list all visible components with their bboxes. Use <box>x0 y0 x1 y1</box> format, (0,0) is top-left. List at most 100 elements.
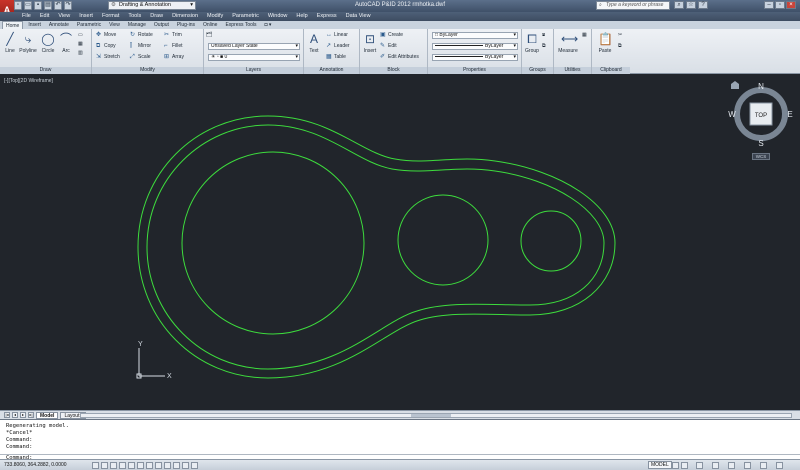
menu-tools[interactable]: Tools <box>128 12 141 21</box>
polyline-button[interactable]: ⤷ Polyline <box>18 31 38 54</box>
ortho-icon[interactable] <box>110 462 117 469</box>
tab-annotate[interactable]: Annotate <box>46 21 72 29</box>
hatch-icon[interactable]: ▦ <box>78 41 83 48</box>
last-tab-icon[interactable]: ▸| <box>28 412 34 418</box>
menu-help[interactable]: Help <box>296 12 307 21</box>
grid-icon[interactable] <box>101 462 108 469</box>
layer-state-dropdown[interactable]: Unsaved Layer State ▾ <box>208 43 300 50</box>
quick-view-layouts-icon[interactable] <box>672 462 679 469</box>
menu-draw[interactable]: Draw <box>150 12 163 21</box>
menu-express[interactable]: Express <box>317 12 337 21</box>
tab-express-tools[interactable]: Express Tools <box>222 21 259 29</box>
menu-modify[interactable]: Modify <box>207 12 223 21</box>
next-tab-icon[interactable]: ▸ <box>20 412 26 418</box>
line-button[interactable]: ╱ Line <box>2 31 18 54</box>
restore-icon[interactable]: ▫ <box>775 1 785 9</box>
tab-model[interactable]: Model <box>36 411 59 419</box>
drawing-viewport[interactable]: [-][Top][2D Wireframe] TOP N S E W WCS Y <box>0 75 800 410</box>
osnap-icon[interactable] <box>128 462 135 469</box>
mirror-button[interactable]: ⫿ Mirror <box>130 43 151 50</box>
text-button[interactable]: A Text <box>306 31 322 54</box>
minimize-icon[interactable]: – <box>764 1 774 9</box>
create-button[interactable]: ▣ Create <box>380 32 403 39</box>
copy-clip-icon[interactable]: ⧉ <box>618 43 622 50</box>
dyn-icon[interactable] <box>164 462 171 469</box>
copy-button[interactable]: ⧉ Copy <box>96 43 116 50</box>
trim-button[interactable]: ✂ Trim <box>164 32 182 39</box>
search-go-icon[interactable]: ⌕ <box>674 1 684 9</box>
group-button[interactable]: ⧠ Group <box>524 31 540 54</box>
rotate-button[interactable]: ↻ Rotate <box>130 32 153 39</box>
lineweight-icon[interactable] <box>173 462 180 469</box>
fillet-button[interactable]: ⌐ Fillet <box>164 43 183 50</box>
ducs-icon[interactable] <box>155 462 162 469</box>
ribbon-minimize-icon[interactable]: ◘ ▾ <box>262 21 275 29</box>
lock-icon[interactable] <box>744 462 751 469</box>
layer-properties-icon[interactable]: 🗂 <box>206 32 212 39</box>
paste-button[interactable]: 📋 Paste <box>596 31 614 54</box>
draw-panel-title[interactable]: Draw <box>0 67 91 74</box>
stretch-button[interactable]: ⇲ Stretch <box>96 54 120 61</box>
array-button[interactable]: ⊞ Array <box>164 54 184 61</box>
home-icon[interactable] <box>731 81 739 89</box>
hardware-acceleration-icon[interactable] <box>760 462 767 469</box>
annotation-visibility-icon[interactable] <box>712 462 719 469</box>
menu-parametric[interactable]: Parametric <box>232 12 259 21</box>
polar-icon[interactable] <box>119 462 126 469</box>
compass-east[interactable]: E <box>787 110 792 119</box>
linear-button[interactable]: ↔ Linear <box>326 32 348 39</box>
circle-button[interactable]: ◯ Circle <box>40 31 56 54</box>
layers-panel-title[interactable]: Layers <box>204 67 303 74</box>
linetype-dropdown[interactable]: ByLayer ▾ <box>432 43 518 50</box>
menu-file[interactable]: File <box>22 12 31 21</box>
utilities-panel-title[interactable]: Utilities <box>554 67 591 74</box>
leader-button[interactable]: ↗ Leader <box>326 43 350 50</box>
tab-home[interactable]: Home <box>2 21 24 29</box>
groups-panel-title[interactable]: Groups <box>522 67 553 74</box>
help-icon[interactable]: ? <box>698 1 708 9</box>
tab-insert[interactable]: Insert <box>25 21 44 29</box>
measure-button[interactable]: ⟷ Measure <box>556 31 580 54</box>
compass-north[interactable]: N <box>758 82 764 91</box>
color-dropdown[interactable]: □ ByLayer ▾ <box>432 32 518 39</box>
tab-parametric[interactable]: Parametric <box>74 21 104 29</box>
viewcube[interactable]: TOP N S E W <box>728 80 794 150</box>
modify-panel-title[interactable]: Modify <box>92 67 203 74</box>
menu-edit[interactable]: Edit <box>40 12 49 21</box>
group-edit-icon[interactable]: ⧉ <box>542 43 546 50</box>
prev-tab-icon[interactable]: ◂ <box>12 412 18 418</box>
annotation-scale-icon[interactable] <box>696 462 703 469</box>
menu-window[interactable]: Window <box>268 12 288 21</box>
model-space-button[interactable]: MODEL <box>648 461 672 469</box>
tab-output[interactable]: Output <box>151 21 172 29</box>
search-input[interactable]: ⌕ Type a keyword or phrase <box>596 1 670 10</box>
menu-insert[interactable]: Insert <box>79 12 93 21</box>
quick-properties-icon[interactable] <box>191 462 198 469</box>
clipboard-panel-title[interactable]: Clipboard <box>592 67 630 74</box>
menu-dimension[interactable]: Dimension <box>172 12 198 21</box>
tab-online[interactable]: Online <box>200 21 220 29</box>
workspace-switching-icon[interactable] <box>728 462 735 469</box>
coordinate-readout[interactable]: 733.8060, 364.2882, 0.0000 <box>4 460 67 470</box>
menu-format[interactable]: Format <box>102 12 119 21</box>
lineweight-dropdown[interactable]: ByLayer ▾ <box>432 54 518 61</box>
ungroup-icon[interactable]: ⧈ <box>542 32 545 39</box>
compass-south[interactable]: S <box>758 139 763 148</box>
properties-panel-title[interactable]: Properties <box>428 67 521 74</box>
move-button[interactable]: ✥ Move <box>96 32 116 39</box>
rectangle-icon[interactable]: ▭ <box>78 32 83 39</box>
edit-button[interactable]: ✎ Edit <box>380 43 397 50</box>
tab-view[interactable]: View <box>106 21 123 29</box>
annotation-panel-title[interactable]: Annotation <box>304 67 359 74</box>
snap-icon[interactable] <box>92 462 99 469</box>
menu-view[interactable]: View <box>58 12 70 21</box>
compass-west[interactable]: W <box>728 110 736 119</box>
cut-icon[interactable]: ✂ <box>618 32 622 39</box>
block-panel-title[interactable]: Block <box>360 67 427 74</box>
drawing-canvas[interactable] <box>0 75 800 410</box>
arc-button[interactable]: ⌒ Arc <box>58 31 74 54</box>
horizontal-scrollbar[interactable] <box>80 413 792 418</box>
transparency-icon[interactable] <box>182 462 189 469</box>
wcs-menu[interactable]: WCS <box>752 153 770 160</box>
scale-button[interactable]: ⤢ Scale <box>130 54 151 61</box>
